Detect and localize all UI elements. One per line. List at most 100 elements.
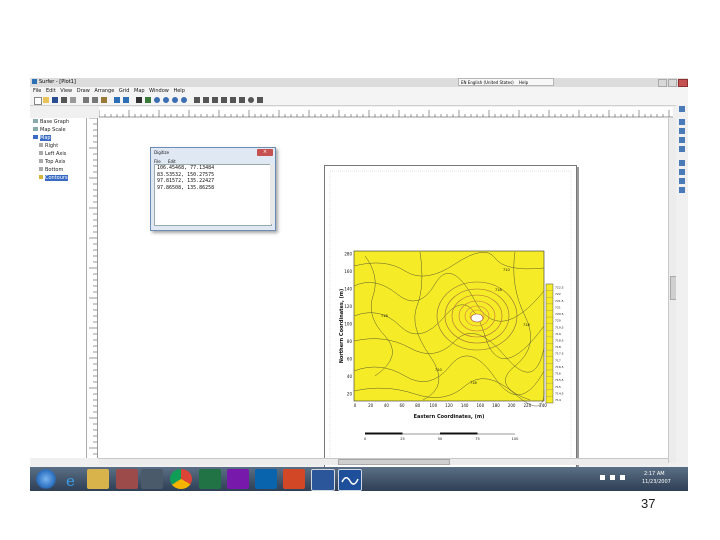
axis-icon: [39, 167, 43, 171]
zoom-page-icon[interactable]: [181, 97, 187, 103]
polyline-icon[interactable]: [212, 97, 218, 103]
rounded-rectangle-icon[interactable]: [239, 97, 245, 103]
surfer-icon[interactable]: [338, 469, 362, 491]
internet-explorer-icon[interactable]: e: [61, 469, 83, 490]
menu-map[interactable]: Map: [134, 88, 145, 94]
legend-label: 719: [555, 332, 561, 336]
y-tick-label: 60: [347, 357, 353, 362]
media-tool-icon[interactable]: [141, 469, 163, 489]
zoom-in-icon[interactable]: [154, 97, 160, 103]
x-tick-label: 20: [368, 403, 374, 408]
polygon-icon[interactable]: [203, 97, 209, 103]
vertical-ruler-ticks: [89, 117, 97, 455]
tree-item-top-axis[interactable]: Top Axis: [39, 159, 65, 165]
copy-icon[interactable]: [92, 97, 98, 103]
zoom-rect-icon[interactable]: [172, 97, 178, 103]
excel-icon[interactable]: [199, 469, 221, 489]
cut-icon[interactable]: [83, 97, 89, 103]
tree-item-contours[interactable]: Contours: [39, 175, 68, 181]
tree-item-map[interactable]: Map: [33, 135, 51, 141]
zoom-out-icon[interactable]: [163, 97, 169, 103]
close-icon[interactable]: ×: [257, 149, 273, 156]
calculator-icon[interactable]: [116, 469, 138, 489]
menu-view[interactable]: View: [60, 88, 72, 94]
network-icon[interactable]: [610, 475, 615, 480]
tree-item-map-scale[interactable]: Map Scale: [33, 127, 66, 133]
file-explorer-icon[interactable]: [87, 469, 109, 489]
legend-label: 722.5: [555, 286, 564, 290]
symbol-icon[interactable]: [221, 97, 227, 103]
select-arrow-icon[interactable]: [136, 97, 142, 103]
maximize-button[interactable]: [668, 79, 677, 87]
redo-icon[interactable]: [123, 97, 129, 103]
print-icon[interactable]: [61, 97, 67, 103]
tray-icon[interactable]: [600, 475, 605, 480]
volume-icon[interactable]: [620, 475, 625, 480]
tree-item-base-graph[interactable]: Base Graph: [33, 119, 69, 125]
digitize-line: 97.81572, 135.22427: [157, 178, 215, 185]
undo-icon[interactable]: [114, 97, 120, 103]
legend-label: 717: [555, 358, 561, 362]
menu-help[interactable]: Help: [173, 88, 184, 94]
tree-item-bottom-axis[interactable]: Bottom: [39, 167, 63, 173]
text-icon[interactable]: [194, 97, 200, 103]
menu-arrange[interactable]: Arrange: [94, 88, 114, 94]
menu-edit[interactable]: Edit: [46, 88, 56, 94]
shaded-relief-icon[interactable]: [679, 160, 685, 166]
base-map-icon[interactable]: [679, 128, 685, 134]
paste-icon[interactable]: [101, 97, 107, 103]
legend-label: 721.5: [555, 299, 564, 303]
new-icon[interactable]: [34, 97, 42, 105]
menu-grid[interactable]: Grid: [119, 88, 130, 94]
chrome-icon[interactable]: [170, 469, 192, 489]
surface-icon[interactable]: [679, 187, 685, 193]
x-tick-label: 100: [430, 403, 438, 408]
outlook-icon[interactable]: [255, 469, 277, 489]
ellipse-icon[interactable]: [248, 97, 254, 103]
menu-window[interactable]: Window: [149, 88, 169, 94]
grid-data-icon[interactable]: [679, 106, 685, 112]
digitize-scrollbar[interactable]: [270, 164, 274, 224]
save-icon[interactable]: [52, 97, 58, 103]
digitize-text-area[interactable]: 106.45468, 77.13484 83.53532, 150.27575 …: [154, 164, 272, 226]
legend-label: 721: [555, 305, 561, 309]
legend-label: 714.5: [555, 391, 564, 395]
properties-icon[interactable]: [70, 97, 76, 103]
open-icon[interactable]: [43, 97, 49, 103]
wireframe-icon[interactable]: [679, 178, 685, 184]
legend-label: 722: [555, 292, 561, 296]
contours-icon: [39, 175, 43, 179]
axis-icon: [39, 151, 43, 155]
contour-map-icon[interactable]: [679, 119, 685, 125]
horizontal-scroll-thumb[interactable]: [338, 459, 450, 465]
minimize-button[interactable]: [658, 79, 667, 87]
pan-icon[interactable]: [145, 97, 151, 103]
word-icon[interactable]: [311, 469, 335, 491]
language-indicator[interactable]: EN English (United States) Help: [458, 78, 554, 86]
horizontal-scrollbar[interactable]: [98, 458, 668, 465]
clock-date[interactable]: 11/23/2007: [642, 479, 671, 485]
legend-label: 714: [555, 398, 561, 402]
map-icon: [33, 135, 38, 139]
vector-map-icon[interactable]: [679, 169, 685, 175]
language-help: Help: [519, 80, 529, 85]
powerpoint-icon[interactable]: [283, 469, 305, 489]
windows-start-icon[interactable]: [35, 469, 57, 489]
tree-item-right-axis[interactable]: Right: [39, 143, 58, 149]
digitize-window[interactable]: Digitize × File Edit 106.45468, 77.13484…: [150, 147, 276, 231]
clock-time[interactable]: 2:17 AM: [644, 471, 665, 477]
image-map-icon[interactable]: [679, 146, 685, 152]
close-button[interactable]: [678, 79, 688, 87]
contour-label: 718: [523, 323, 530, 327]
tree-item-left-axis[interactable]: Left Axis: [39, 151, 66, 157]
post-map-icon[interactable]: [679, 137, 685, 143]
scale-label: 75: [475, 437, 479, 441]
spline-icon[interactable]: [257, 97, 263, 103]
map-scale-bar: 0 25 50 75 100: [364, 432, 518, 441]
menu-file[interactable]: File: [33, 88, 41, 94]
scale-label: 0: [364, 437, 366, 441]
menu-draw[interactable]: Draw: [77, 88, 90, 94]
onenote-icon[interactable]: [227, 469, 249, 489]
y-tick-label: 120: [344, 304, 352, 309]
rectangle-icon[interactable]: [230, 97, 236, 103]
